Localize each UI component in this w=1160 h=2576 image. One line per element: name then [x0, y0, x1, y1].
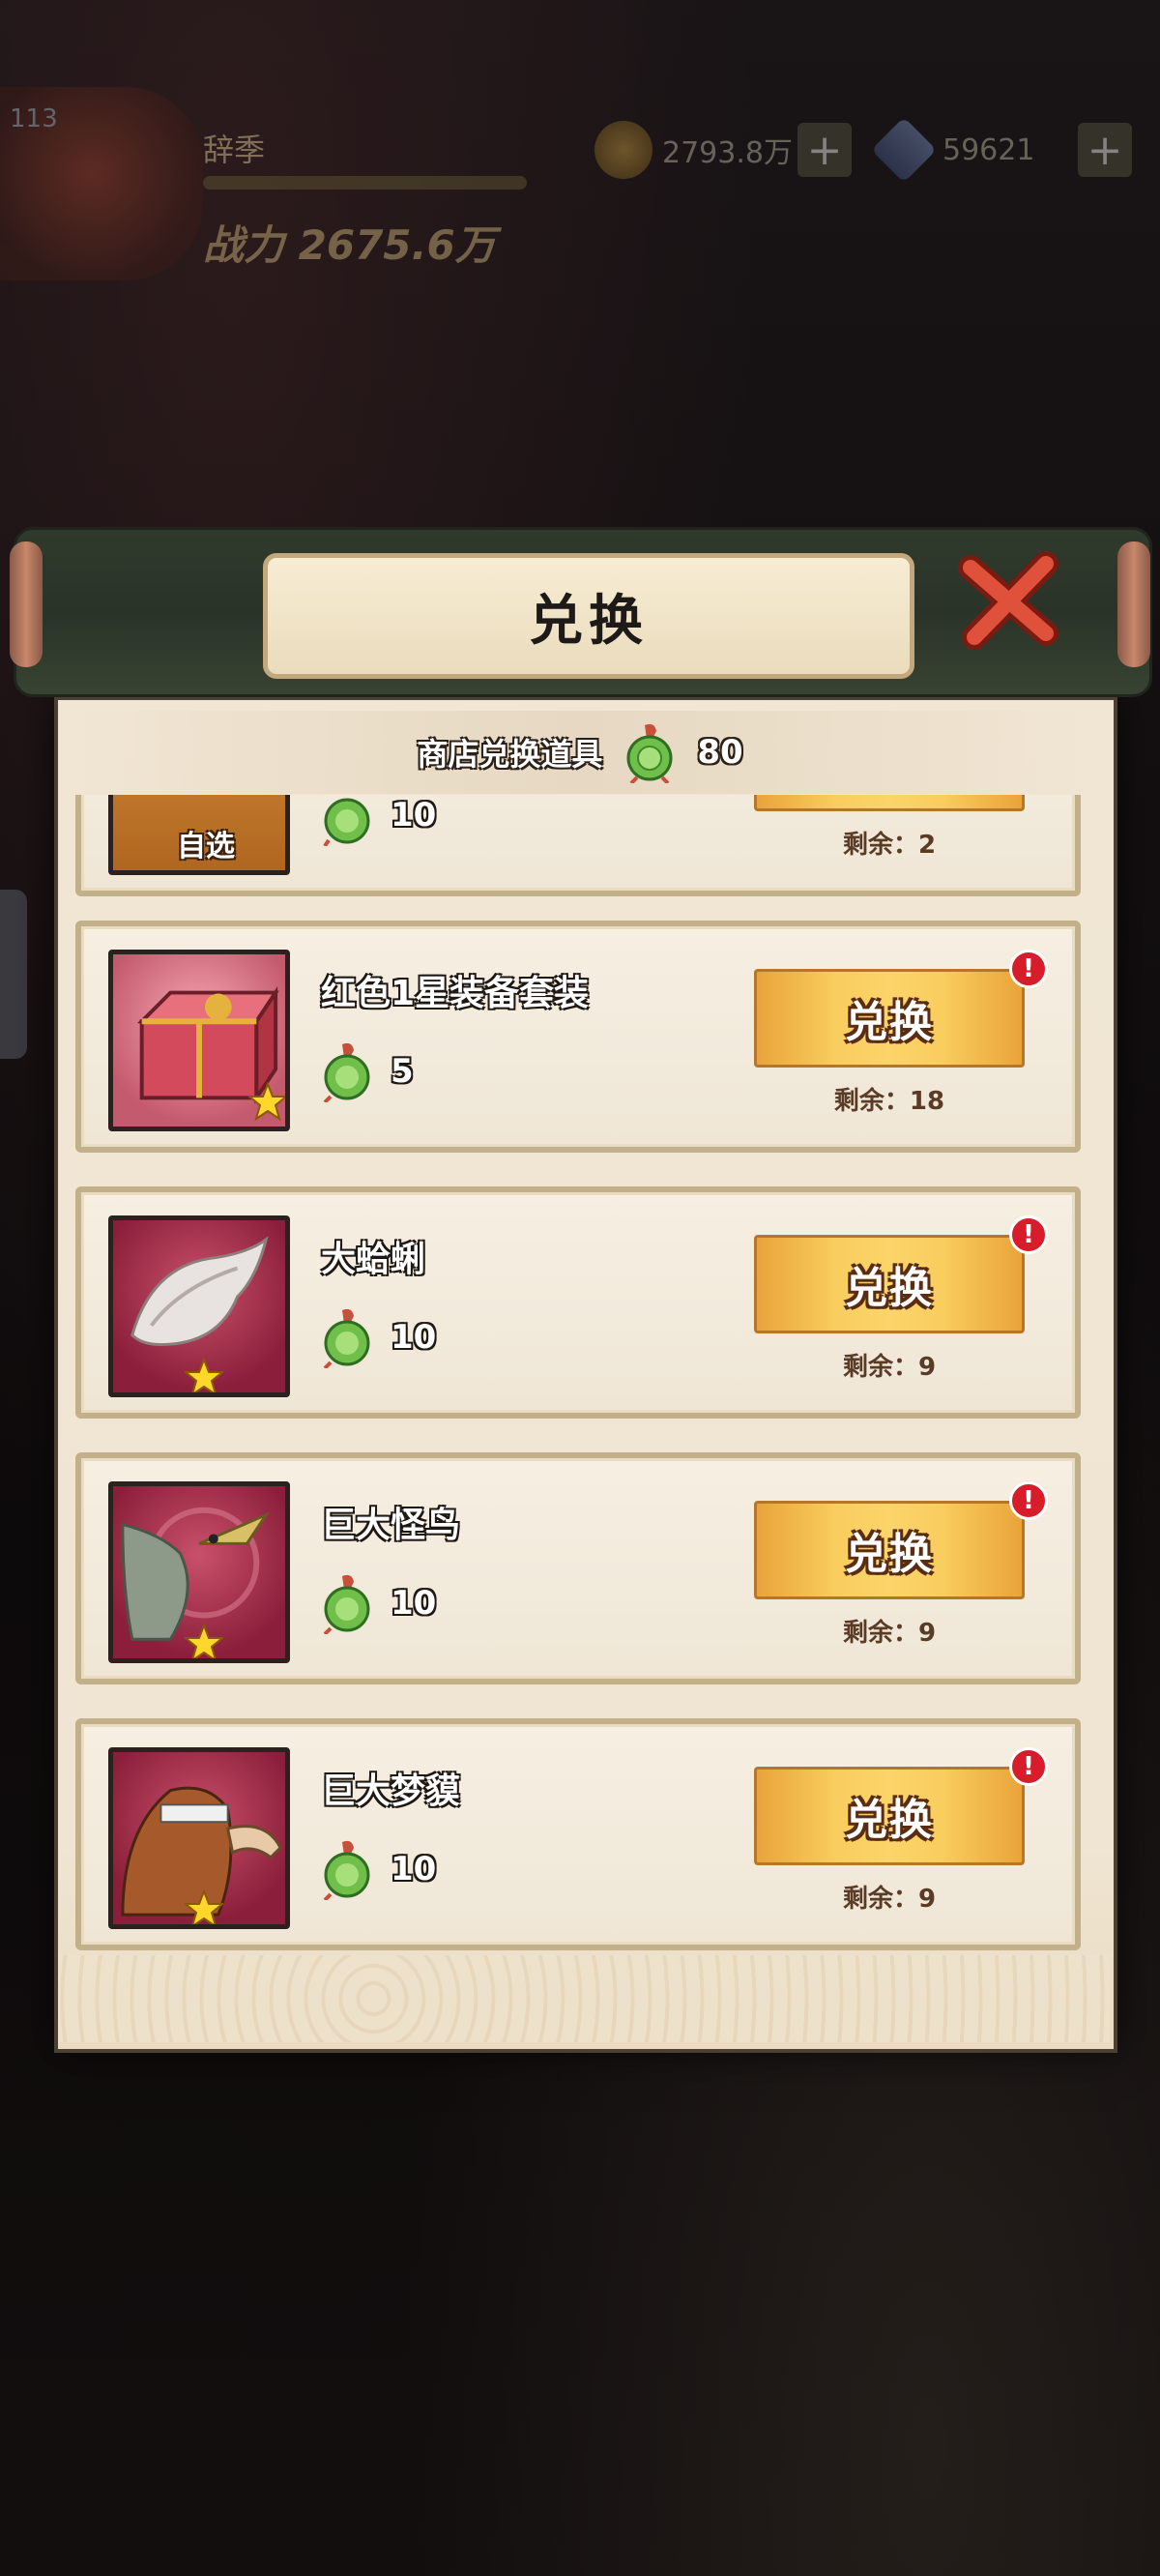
exchange-button-label: 兑换 [845, 998, 934, 1047]
dialog-footer-pattern [58, 1955, 1110, 2042]
list-item: 红色1星装备套装 5 兑换 剩余：18 ! [75, 921, 1081, 1153]
dialog-title: 兑换 [529, 589, 649, 653]
alert-badge: ! [1009, 1215, 1048, 1254]
exchange-button[interactable]: 兑换 [754, 795, 1025, 811]
player-level: 113 [10, 104, 58, 133]
jade-token-icon [626, 723, 673, 783]
item-cost: 5 [321, 1040, 414, 1102]
giant-clam-icon[interactable] [108, 1215, 290, 1397]
remaining-count: 剩余：9 [842, 1885, 937, 1914]
exchange-button-label: 兑换 [845, 1530, 934, 1579]
gem-icon [871, 117, 937, 183]
star-icon [248, 1082, 285, 1121]
exp-bar [203, 176, 527, 190]
red-chest-icon[interactable] [108, 950, 290, 1131]
alert-badge: ! [1009, 950, 1048, 988]
top-hud: 113 辞季 战力 2675.6万 2793.8万 + 59621 + [0, 77, 1160, 290]
remaining-count: 剩余：2 [842, 831, 937, 860]
jade-token-icon [323, 798, 370, 846]
jade-token-icon [323, 1042, 370, 1102]
list-item: 大蛤蜊 10 兑换 剩余：9 ! [75, 1186, 1081, 1419]
remaining-count: 剩余：18 [833, 1087, 945, 1116]
cost-value: 5 [391, 1052, 414, 1091]
scroll-cap-left [10, 542, 43, 667]
exchange-button-label: 兑换 [845, 1264, 934, 1313]
jade-token-icon [323, 1308, 370, 1368]
alert-badge: ! [1009, 1481, 1048, 1520]
gem-resource: 59621 + [871, 116, 1132, 184]
star-icon [185, 1889, 223, 1924]
exchange-button[interactable]: 兑换 [754, 1501, 1025, 1599]
cost-value: 10 [391, 796, 437, 834]
gem-value: 59621 [942, 132, 1035, 167]
gold-coin-icon [594, 121, 652, 179]
item-name: 自选 [177, 830, 235, 864]
close-x-icon [958, 551, 1058, 650]
item-cost: 10 [321, 1838, 436, 1900]
item-name: 巨大怪鸟 [321, 1506, 461, 1545]
gold-value: 2793.8万 [662, 136, 793, 170]
list-item: 自选 10 兑换 剩余：2 [75, 795, 1081, 896]
cost-value: 10 [391, 1850, 437, 1888]
item-name: 巨大梦貘 [321, 1771, 461, 1811]
add-gem-button[interactable]: + [1078, 123, 1132, 177]
cost-value: 10 [391, 1584, 437, 1623]
alert-badge: ! [1009, 1747, 1048, 1786]
close-button[interactable] [957, 546, 1063, 653]
item-name: 红色1星装备套装 [321, 974, 590, 1013]
exchange-list[interactable]: 自选 10 兑换 剩余：2 红色1星装备套装 [75, 795, 1086, 1955]
title-plate: 兑换 [263, 553, 914, 679]
currency-bar: 商店兑换道具 80 [58, 711, 1102, 794]
currency-count: 80 [697, 733, 743, 772]
star-icon [185, 1624, 223, 1658]
exchange-button-label: 兑换 [845, 1796, 934, 1845]
list-item: 巨大怪鸟 10 兑换 剩余：9 ! [75, 1452, 1081, 1684]
add-gold-button[interactable]: + [798, 123, 852, 177]
giant-bird-icon[interactable] [108, 1481, 290, 1663]
jade-token-icon [323, 1840, 370, 1900]
item-cost: 10 [321, 1572, 436, 1634]
exchange-button[interactable]: 兑换 [754, 1235, 1025, 1333]
scroll-cap-right [1117, 542, 1150, 667]
player-name: 辞季 [203, 132, 266, 168]
item-name: 大蛤蜊 [321, 1240, 426, 1279]
star-icon [185, 1358, 223, 1392]
exchange-button[interactable]: 兑换 [754, 969, 1025, 1068]
select-chest-icon[interactable]: 自选 [108, 795, 290, 875]
cost-value: 10 [391, 1318, 437, 1357]
exchange-button[interactable]: 兑换 [754, 1767, 1025, 1865]
list-item: 巨大梦貘 10 兑换 剩余：9 ! [75, 1718, 1081, 1950]
player-power: 战力 2675.6万 [203, 221, 496, 269]
gold-resource: 2793.8万 + [594, 116, 852, 184]
remaining-count: 剩余：9 [842, 1353, 937, 1382]
jade-token-icon [323, 1574, 370, 1634]
side-tab-handle[interactable] [0, 890, 27, 1059]
item-cost: 10 [321, 795, 436, 846]
giant-tapir-icon[interactable] [108, 1747, 290, 1929]
currency-label: 商店兑换道具 [417, 736, 603, 773]
remaining-count: 剩余：9 [842, 1619, 937, 1648]
item-cost: 10 [321, 1306, 436, 1368]
